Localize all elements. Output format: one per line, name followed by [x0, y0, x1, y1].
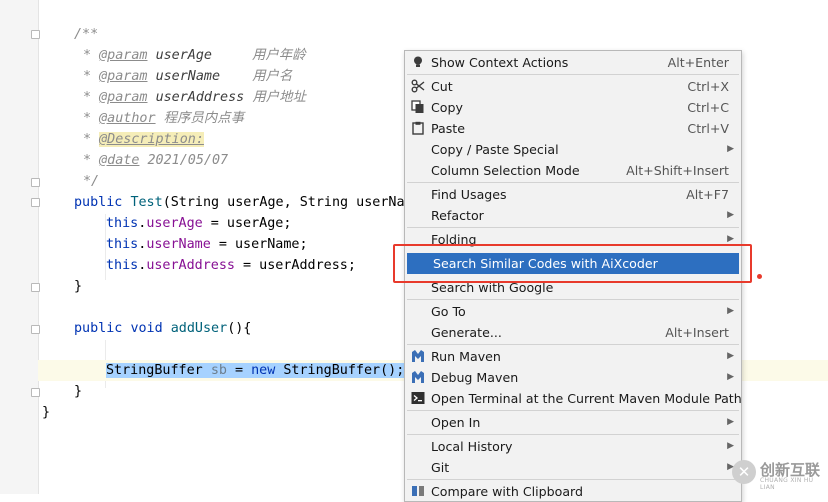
submenu-arrow-icon: ▶ [727, 417, 734, 427]
menu-item-debug-maven[interactable]: Debug Maven ▶ [405, 367, 741, 388]
menu-separator [407, 410, 739, 411]
code-line: /** [74, 27, 99, 42]
menu-item-refactor[interactable]: Refactor ▶ [405, 205, 741, 226]
compare-icon [412, 486, 424, 496]
watermark-subtitle: CHUANG XIN HU LIAN [760, 477, 814, 491]
menu-item-open-terminal-maven[interactable]: Open Terminal at the Current Maven Modul… [405, 388, 742, 409]
scissors-icon [411, 79, 425, 93]
menu-item-run-maven[interactable]: Run Maven ▶ [405, 346, 741, 367]
menu-separator [407, 182, 739, 183]
menu-item-go-to[interactable]: Go To ▶ [405, 301, 741, 322]
selected-code[interactable]: StringBuffer sb = new StringBuffer(); [106, 363, 405, 378]
menu-item-show-context-actions[interactable]: Show Context Actions Alt+Enter [405, 52, 741, 73]
menu-item-git[interactable]: Git ▶ [405, 457, 741, 478]
submenu-arrow-icon: ▶ [727, 306, 734, 316]
submenu-arrow-icon: ▶ [727, 372, 734, 382]
bulb-icon [414, 56, 422, 67]
menu-item-local-history[interactable]: Local History ▶ [405, 436, 741, 457]
submenu-arrow-icon: ▶ [727, 441, 734, 451]
menu-item-copy-paste-special[interactable]: Copy / Paste Special ▶ [405, 139, 741, 160]
menu-item-paste[interactable]: Paste Ctrl+V [405, 118, 741, 139]
menu-item-compare-with-clipboard[interactable]: Compare with Clipboard [405, 481, 741, 502]
menu-item-generate[interactable]: Generate... Alt+Insert [405, 322, 741, 343]
copy-icon [411, 100, 424, 113]
menu-separator [407, 434, 739, 435]
watermark-logo-icon: ✕ [732, 460, 756, 484]
menu-separator [407, 479, 739, 480]
annotation-highlight-box [393, 244, 752, 283]
menu-item-cut[interactable]: Cut Ctrl+X [405, 76, 741, 97]
menu-item-find-usages[interactable]: Find Usages Alt+F7 [405, 184, 741, 205]
menu-item-column-selection-mode[interactable]: Column Selection Mode Alt+Shift+Insert [405, 160, 741, 181]
menu-separator [407, 344, 739, 345]
submenu-arrow-icon: ▶ [727, 210, 734, 220]
maven-icon [412, 350, 424, 362]
submenu-arrow-icon: ▶ [727, 351, 734, 361]
menu-separator [407, 227, 739, 228]
menu-item-copy[interactable]: Copy Ctrl+C [405, 97, 741, 118]
menu-separator [407, 74, 739, 75]
editor-gutter [0, 0, 40, 494]
submenu-arrow-icon: ▶ [727, 144, 734, 154]
menu-separator [407, 299, 739, 300]
terminal-icon [411, 392, 425, 404]
maven-icon [412, 371, 424, 383]
menu-item-open-in[interactable]: Open In ▶ [405, 412, 741, 433]
annotation-dot [757, 274, 762, 279]
watermark: ✕ 创新互联 CHUANG XIN HU LIAN [730, 458, 826, 491]
paste-icon [412, 121, 424, 135]
